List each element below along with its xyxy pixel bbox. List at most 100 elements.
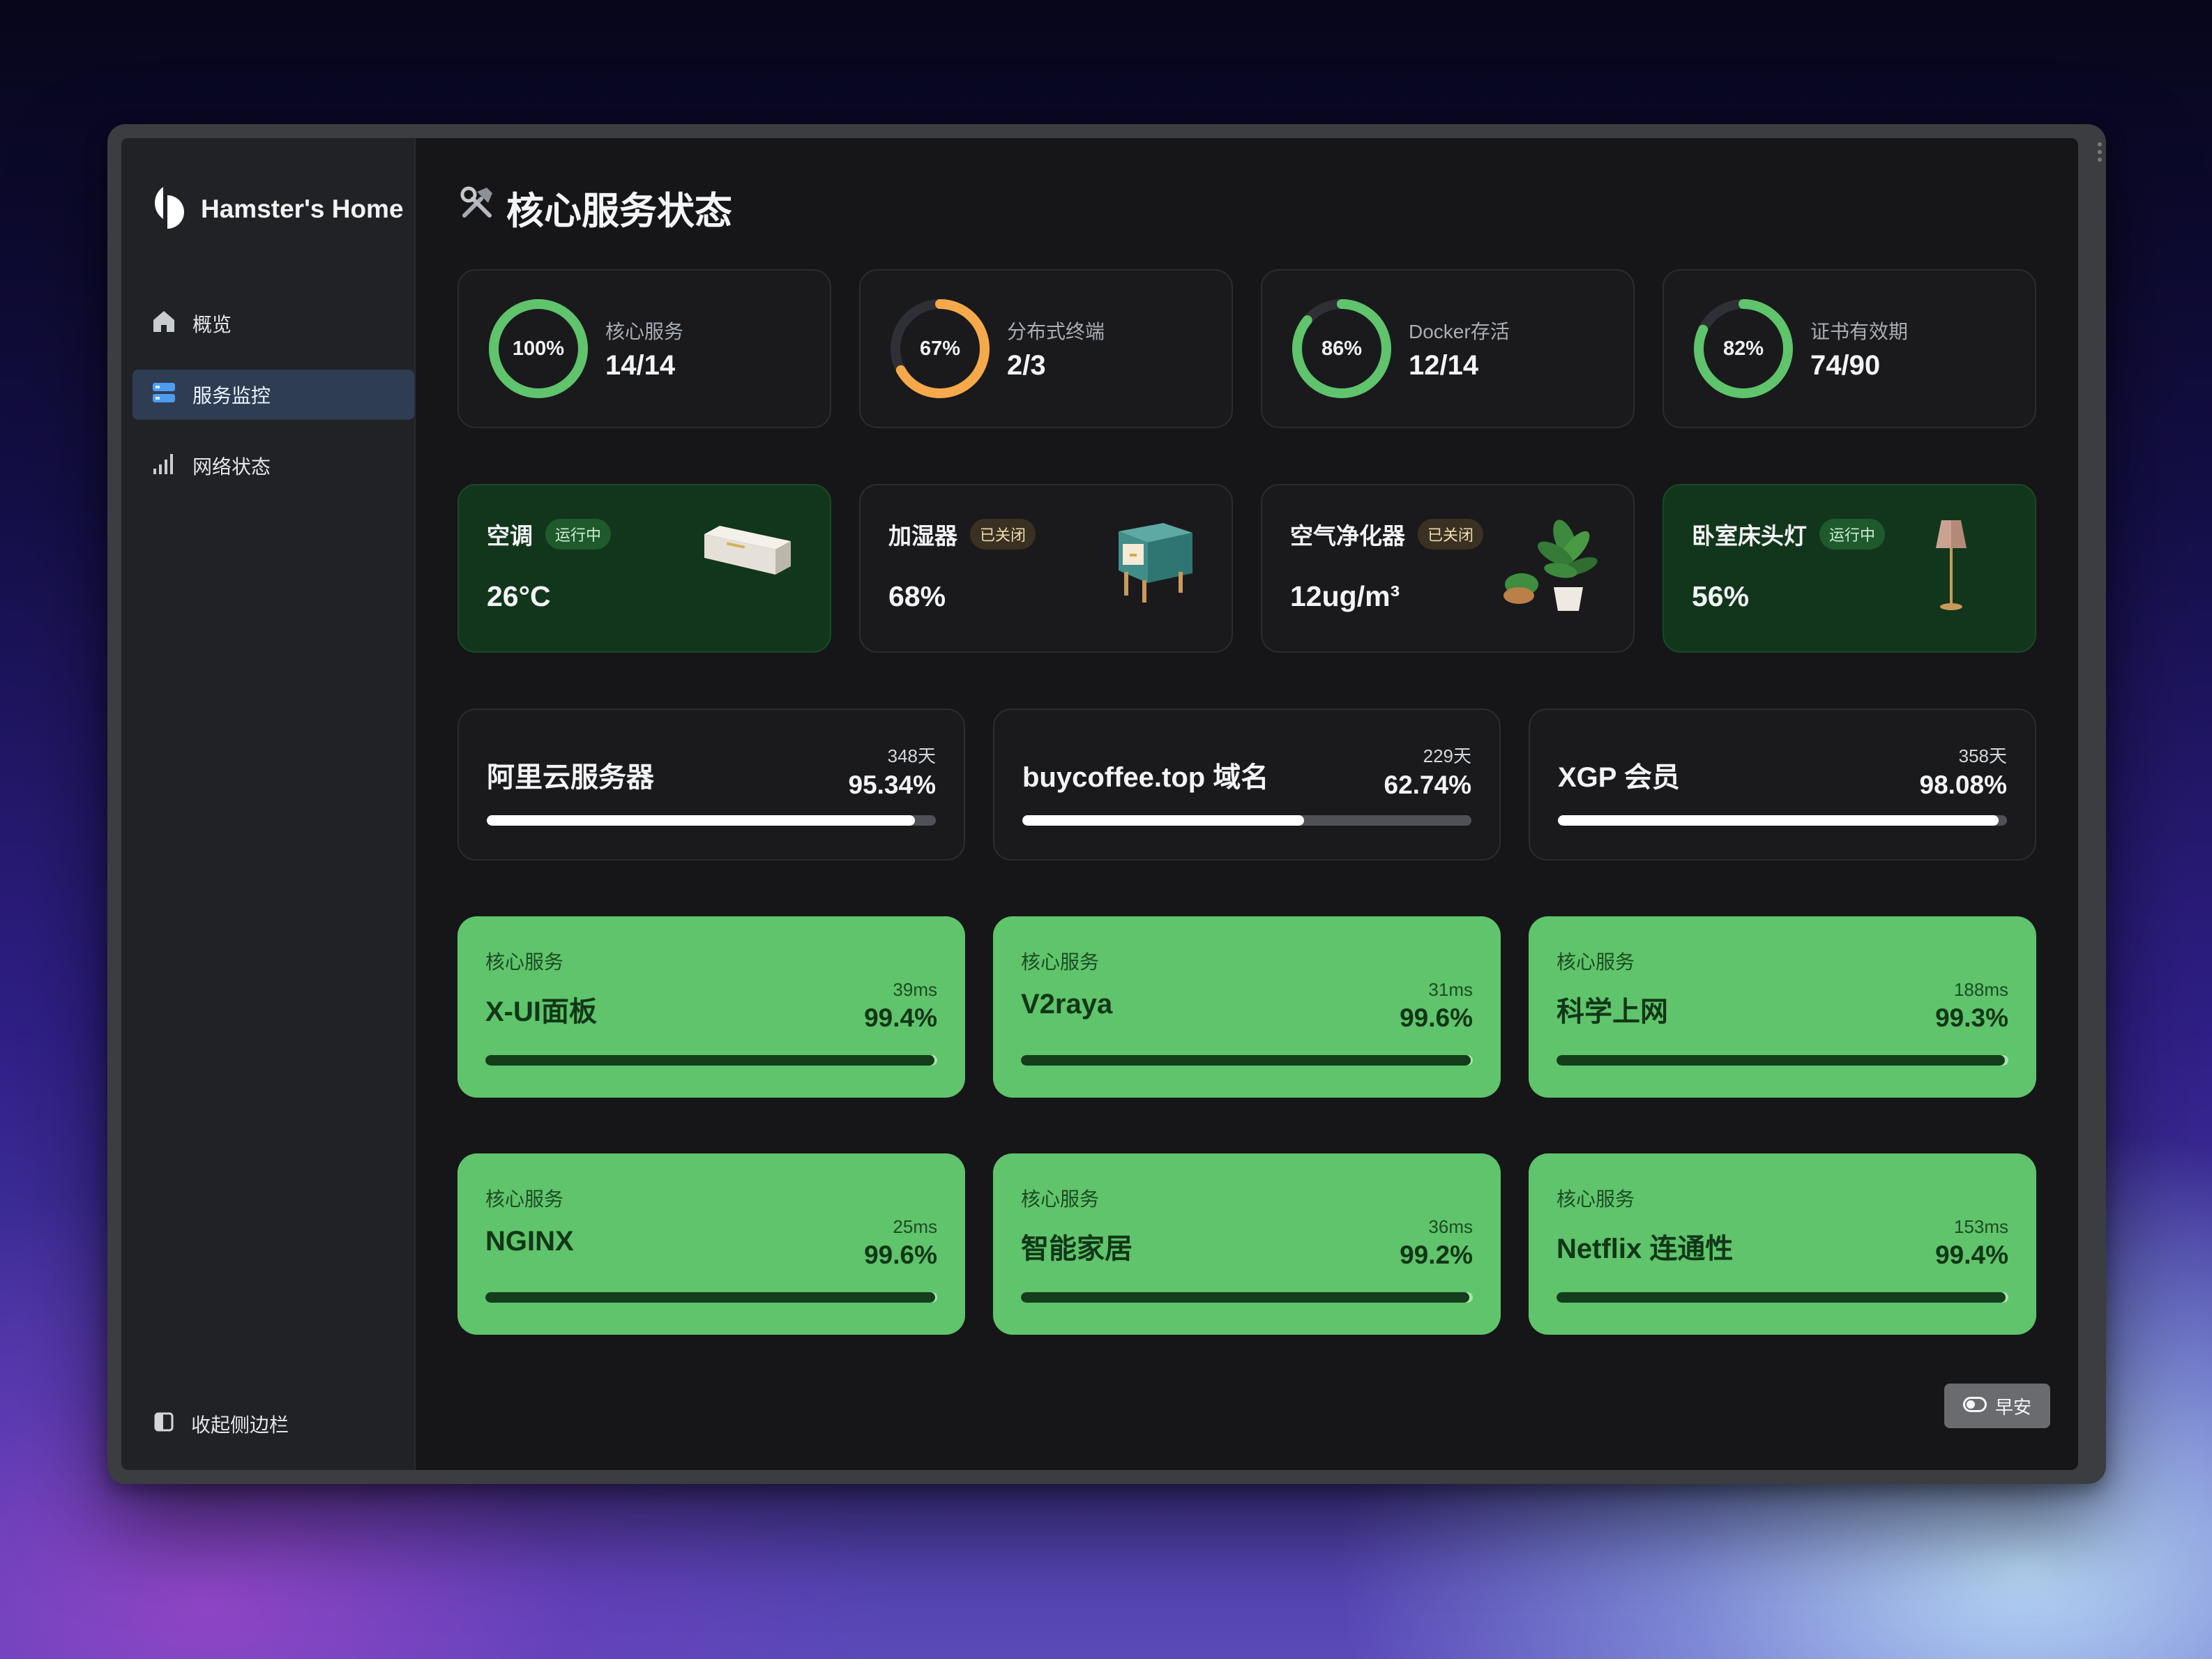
- service-latency: 31ms: [1428, 979, 1473, 1000]
- stat-value: 12/14: [1409, 349, 1479, 381]
- ring-percent: 67%: [919, 337, 961, 360]
- device-card-air-conditioner[interactable]: 空调 运行中 26°C: [457, 484, 831, 653]
- sidebar-item-service-monitor[interactable]: 服务监控: [132, 370, 414, 420]
- subscription-card[interactable]: XGP 会员 358天 98.08%: [1529, 709, 2036, 861]
- device-name: 空调: [487, 523, 533, 549]
- subscription-progress-bar: [1022, 815, 1471, 826]
- progress-ring: 86%: [1290, 297, 1393, 400]
- service-uptime: 99.4%: [864, 1003, 937, 1032]
- service-name: 科学上网: [1556, 997, 1668, 1027]
- sidebar-item-network[interactable]: 网络状态: [132, 441, 414, 491]
- service-category: 核心服务: [485, 1188, 564, 1210]
- floor-lamp-image: [1930, 516, 1972, 617]
- ring-percent: 82%: [1722, 337, 1764, 360]
- service-category: 核心服务: [1556, 1188, 1635, 1210]
- status-badge: 运行中: [545, 519, 612, 550]
- service-latency: 39ms: [893, 979, 937, 1000]
- service-card[interactable]: 核心服务 X-UI面板 39ms 99.4%: [457, 916, 965, 1098]
- theme-toggle-button[interactable]: 早安: [1944, 1384, 2050, 1428]
- stat-title: 分布式终端: [1007, 320, 1105, 342]
- service-uptime: 99.3%: [1935, 1003, 2008, 1032]
- sidebar-item-overview[interactable]: 概览: [132, 298, 414, 349]
- subscription-card[interactable]: buycoffee.top 域名 229天 62.74%: [993, 709, 1501, 861]
- stat-title: 证书有效期: [1810, 320, 1909, 342]
- subscription-days: 348天: [887, 745, 936, 766]
- service-name: NGINX: [485, 1226, 574, 1257]
- device-card-air-purifier[interactable]: 空气净化器 已关闭 12ug/m³: [1261, 484, 1635, 653]
- device-card-humidifier[interactable]: 加湿器 已关闭 68%: [859, 484, 1233, 653]
- collapse-sidebar-button[interactable]: 收起侧边栏: [153, 1410, 289, 1438]
- subscription-days: 229天: [1423, 745, 1471, 766]
- window-handle[interactable]: [2095, 142, 2105, 162]
- subscription-progress-bar: [487, 815, 936, 826]
- status-badge: 已关闭: [970, 519, 1036, 550]
- service-progress-bar: [1021, 1055, 1473, 1066]
- service-latency: 25ms: [893, 1216, 937, 1237]
- sidebar-item-label: 网络状态: [192, 456, 271, 478]
- stats-row: 100% 核心服务 14/14 67% 分布式终端 2/3 86% Docker…: [457, 269, 2036, 428]
- progress-fill: [1556, 1292, 2006, 1303]
- home-icon: [151, 308, 177, 340]
- stat-value: 2/3: [1007, 349, 1046, 381]
- device-card-bed-lamp[interactable]: 卧室床头灯 运行中 56%: [1662, 484, 2036, 653]
- stat-value: 14/14: [605, 349, 676, 381]
- service-card[interactable]: 核心服务 V2raya 31ms 99.6%: [993, 916, 1501, 1098]
- service-progress-bar: [1021, 1292, 1473, 1303]
- service-uptime: 99.6%: [864, 1241, 937, 1269]
- service-category: 核心服务: [1556, 951, 1635, 973]
- stat-card[interactable]: 100% 核心服务 14/14: [457, 269, 831, 428]
- services-grid: 核心服务 X-UI面板 39ms 99.4% 核心服务 V2raya 31ms 99…: [457, 916, 2036, 1335]
- stat-card[interactable]: 82% 证书有效期 74/90: [1662, 269, 2036, 428]
- stat-card[interactable]: 67% 分布式终端 2/3: [859, 269, 1233, 428]
- subscription-card[interactable]: 阿里云服务器 348天 95.34%: [457, 709, 965, 861]
- service-latency: 153ms: [1953, 1216, 2008, 1237]
- progress-fill: [1021, 1055, 1471, 1066]
- sidebar-nav: 概览 服务监控 网络状态: [132, 298, 414, 512]
- subscription-name: 阿里云服务器: [487, 762, 654, 793]
- device-name: 卧室床头灯: [1692, 523, 1807, 549]
- service-uptime: 99.6%: [1400, 1003, 1473, 1032]
- air-conditioner-image: [699, 513, 796, 586]
- service-latency: 36ms: [1428, 1216, 1473, 1237]
- app-screen: Hamster's Home 概览 服务监控 网络状态 收起侧边栏 核心服务状态…: [121, 138, 2078, 1470]
- device-value: 56%: [1692, 580, 1750, 612]
- theme-toggle-label: 早安: [1994, 1396, 2031, 1418]
- main-content: 核心服务状态 100% 核心服务 14/14 67% 分布式终端 2/3 86%…: [416, 138, 2078, 1470]
- sidebar-item-label: 概览: [192, 314, 232, 335]
- stat-title: Docker存活: [1409, 320, 1510, 342]
- service-card[interactable]: 核心服务 智能家居 36ms 99.2%: [993, 1153, 1501, 1335]
- subscription-progress-bar: [1558, 815, 2007, 826]
- service-category: 核心服务: [485, 951, 564, 973]
- service-card[interactable]: 核心服务 NGINX 25ms 99.6%: [457, 1153, 965, 1335]
- service-card[interactable]: 核心服务 科学上网 188ms 99.3%: [1529, 916, 2036, 1098]
- stat-title: 核心服务: [605, 320, 684, 342]
- service-progress-bar: [485, 1292, 937, 1303]
- service-card[interactable]: 核心服务 Netflix 连通性 153ms 99.4%: [1529, 1153, 2036, 1335]
- service-progress-bar: [1556, 1292, 2008, 1303]
- progress-fill: [487, 815, 915, 826]
- progress-fill: [1558, 815, 1999, 826]
- service-progress-bar: [1556, 1055, 2008, 1066]
- brand[interactable]: Hamster's Home: [145, 184, 404, 234]
- collapse-label: 收起侧边栏: [191, 1414, 289, 1436]
- subscription-percent: 95.34%: [848, 771, 937, 799]
- subscription-percent: 98.08%: [1919, 771, 2008, 799]
- progress-ring: 82%: [1692, 297, 1795, 400]
- subscriptions-row: 阿里云服务器 348天 95.34% buycoffee.top 域名 229天 6…: [457, 709, 2036, 861]
- service-latency: 188ms: [1953, 979, 2008, 1000]
- stat-card[interactable]: 86% Docker存活 12/14: [1261, 269, 1635, 428]
- signal-icon: [151, 450, 177, 482]
- logo-icon: [145, 184, 185, 234]
- subscription-name: buycoffee.top 域名: [1022, 762, 1269, 793]
- toggle-icon: [1962, 1395, 1987, 1417]
- service-uptime: 99.4%: [1935, 1241, 2008, 1269]
- plant-image: [1502, 517, 1600, 619]
- page-title: 核心服务状态: [457, 183, 2036, 232]
- service-category: 核心服务: [1021, 951, 1100, 973]
- subscription-percent: 62.74%: [1384, 771, 1472, 799]
- hammer-wrench-icon: [457, 183, 497, 232]
- sidebar: Hamster's Home 概览 服务监控 网络状态 收起侧边栏: [121, 138, 416, 1470]
- status-badge: 已关闭: [1418, 519, 1484, 550]
- device-name: 加湿器: [888, 523, 957, 549]
- service-name: X-UI面板: [485, 997, 597, 1027]
